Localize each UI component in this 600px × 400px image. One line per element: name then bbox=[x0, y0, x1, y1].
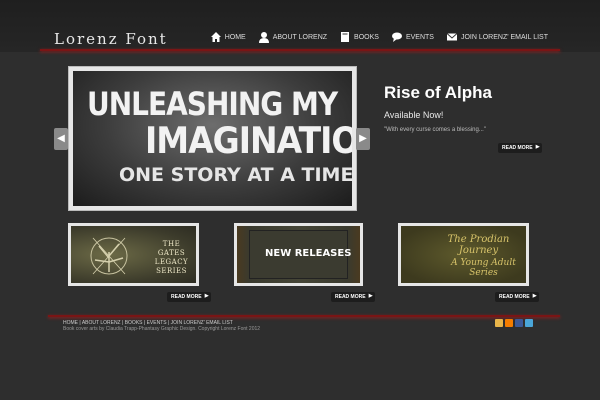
new-releases-read-more-button[interactable]: READ MORE bbox=[331, 292, 375, 302]
hero-image: UNLEASHING MY IMAGINATION ONE STORY AT A… bbox=[73, 71, 352, 206]
nav-events-label: EVENTS bbox=[405, 33, 434, 41]
tree-emblem-icon bbox=[90, 237, 128, 275]
gates-legacy-title: THE GATES LEGACY SERIES bbox=[147, 240, 196, 276]
goodreads-icon[interactable] bbox=[495, 319, 503, 327]
prodian-journey-image: The Prodian Journey A Young Adult Series bbox=[401, 226, 526, 283]
footer-divider bbox=[48, 315, 560, 317]
feature-quote: "With every curse comes a blessing..." bbox=[384, 127, 486, 133]
prodian-journey-title: The Prodian Journey bbox=[447, 234, 510, 256]
book-icon bbox=[339, 31, 351, 43]
nav-home[interactable]: HOME bbox=[210, 31, 246, 43]
gates-legacy-line1: THE bbox=[162, 240, 181, 248]
hero-slide[interactable]: UNLEASHING MY IMAGINATION ONE STORY AT A… bbox=[68, 66, 357, 211]
site-logo[interactable]: Lorenz Font bbox=[54, 30, 168, 48]
envelope-icon bbox=[446, 31, 458, 43]
user-icon bbox=[258, 31, 270, 43]
gates-legacy-line2: GATES LEGACY bbox=[154, 249, 189, 266]
thumb-new-releases[interactable]: NEW RELEASES bbox=[234, 223, 363, 286]
nav-books-label: BOOKS bbox=[354, 33, 379, 41]
hero-headline-2: IMAGINATION bbox=[145, 119, 352, 162]
nav-email-list[interactable]: JOIN LORENZ' EMAIL LIST bbox=[446, 31, 548, 43]
gates-legacy-line3: SERIES bbox=[156, 267, 187, 275]
blogger-icon[interactable] bbox=[505, 319, 513, 327]
feature-subtitle: Available Now! bbox=[384, 110, 444, 120]
nav-events[interactable]: EVENTS bbox=[391, 31, 434, 43]
twitter-icon[interactable] bbox=[525, 319, 533, 327]
feature-read-more-button[interactable]: READ MORE bbox=[498, 143, 542, 153]
nav-home-label: HOME bbox=[224, 33, 246, 41]
prodian-journey-subtitle: A Young Adult Series bbox=[451, 258, 516, 278]
nav-books[interactable]: BOOKS bbox=[339, 31, 379, 43]
home-icon bbox=[210, 31, 222, 43]
slider-next-button[interactable]: ▶ bbox=[356, 128, 370, 150]
nav-about-label: ABOUT LORENZ bbox=[272, 33, 328, 41]
speech-bubble-icon bbox=[391, 31, 403, 43]
hero-headline-3: ONE STORY AT A TIME bbox=[119, 164, 352, 186]
gates-legacy-read-more-button[interactable]: READ MORE bbox=[167, 292, 211, 302]
header-divider bbox=[40, 49, 560, 51]
main-nav: HOME ABOUT LORENZ BOOKS EVENTS JOIN LORE… bbox=[210, 31, 548, 43]
prodian-journey-read-more-button[interactable]: READ MORE bbox=[495, 292, 539, 302]
gates-legacy-image: THE GATES LEGACY SERIES bbox=[71, 226, 196, 283]
thumb-prodian-journey[interactable]: The Prodian Journey A Young Adult Series bbox=[398, 223, 529, 286]
nav-about[interactable]: ABOUT LORENZ bbox=[258, 31, 327, 43]
new-releases-image: NEW RELEASES bbox=[237, 226, 360, 283]
hero-headline-1: UNLEASHING MY bbox=[87, 85, 338, 123]
slider-prev-button[interactable]: ◀ bbox=[54, 128, 68, 150]
new-releases-label: NEW RELEASES bbox=[265, 248, 352, 259]
social-links bbox=[495, 319, 533, 327]
footer-credit: Book cover arts by Claudia Trapp-Phantas… bbox=[63, 326, 261, 332]
feature-title: Rise of Alpha bbox=[384, 83, 492, 102]
nav-email-list-label: JOIN LORENZ' EMAIL LIST bbox=[460, 33, 548, 41]
facebook-icon[interactable] bbox=[515, 319, 523, 327]
thumb-gates-legacy[interactable]: THE GATES LEGACY SERIES bbox=[68, 223, 199, 286]
